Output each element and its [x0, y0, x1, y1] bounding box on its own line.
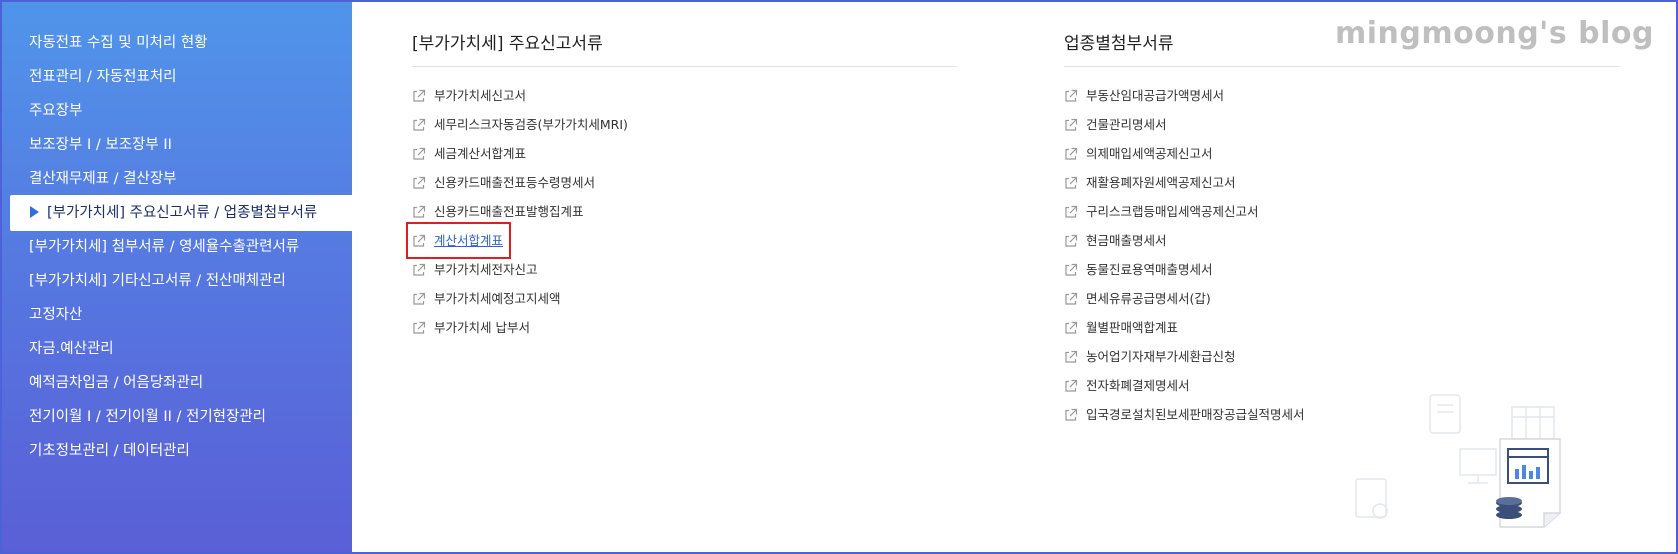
sidebar-item-sub-ledger[interactable]: 보조장부 I / 보조장부 II	[2, 131, 352, 165]
doc-link-label: 동물진료용역매출명세서	[1086, 262, 1213, 277]
doc-link-label: 전자화폐결제명세서	[1086, 378, 1190, 393]
sidebar-item-auto-slip-status[interactable]: 자동전표 수집 및 미처리 현황	[2, 29, 352, 63]
industry-docs-column: 업종별첨부서류 부동산임대공급가액명세서건물관리명세서의제매입세액공제신고서재활…	[1064, 29, 1619, 429]
external-link-icon	[413, 234, 426, 247]
sidebar-item-label: [부가가치세] 주요신고서류 / 업종별첨부서류	[47, 205, 318, 221]
left-doc-link[interactable]: 부가가치세 납부서	[412, 313, 957, 342]
sidebar-item-settlement[interactable]: 결산재무제표 / 결산장부	[2, 165, 352, 199]
left-doc-link[interactable]: 세무리스크자동검증(부가가치세MRI)	[412, 110, 957, 139]
highlight-box: 계산서합계표	[406, 222, 512, 259]
external-link-icon	[1065, 118, 1078, 131]
doc-link-label: 월별판매액합계표	[1086, 320, 1179, 335]
left-doc-link[interactable]: 세금계산서합계표	[412, 139, 957, 168]
external-link-icon	[413, 147, 426, 160]
external-link-icon	[413, 263, 426, 276]
left-doc-link[interactable]: 부가가치세신고서	[412, 81, 957, 110]
right-doc-link[interactable]: 의제매입세액공제신고서	[1064, 139, 1619, 168]
external-link-icon	[1065, 263, 1078, 276]
doc-link-label: 현금매출명세서	[1086, 233, 1167, 248]
sidebar-item-vat-main-docs[interactable]: [부가가치세] 주요신고서류 / 업종별첨부서류	[10, 195, 352, 231]
doc-link-label: 재활용폐자원세액공제신고서	[1086, 175, 1236, 190]
doc-link-label: 의제매입세액공제신고서	[1086, 146, 1213, 161]
right-doc-link[interactable]: 농어업기자재부가세환급신청	[1064, 342, 1619, 371]
doc-link-label: 신용카드매출전표등수령명세서	[434, 175, 596, 190]
right-doc-link[interactable]: 동물진료용역매출명세서	[1064, 255, 1619, 284]
external-link-icon	[1065, 234, 1078, 247]
doc-link-label: 세무리스크자동검증(부가가치세MRI)	[434, 117, 628, 132]
external-link-icon	[1065, 350, 1078, 363]
external-link-icon	[413, 89, 426, 102]
sidebar-item-slip-management[interactable]: 전표관리 / 자동전표처리	[2, 63, 352, 97]
right-doc-link[interactable]: 월별판매액합계표	[1064, 313, 1619, 342]
left-doc-link[interactable]: 부가가치세전자신고	[412, 255, 957, 284]
vat-main-docs-list: 부가가치세신고서세무리스크자동검증(부가가치세MRI) 세금계산서합계표신용카드매…	[406, 81, 957, 342]
doc-link-label: 세금계산서합계표	[434, 146, 527, 161]
doc-link-label: 부가가치세신고서	[434, 88, 527, 103]
doc-link-label: 농어업기자재부가세환급신청	[1086, 349, 1236, 364]
right-doc-link[interactable]: 구리스크랩등매입세액공제신고서	[1064, 197, 1619, 226]
external-link-icon	[1065, 321, 1078, 334]
doc-link-label: 건물관리명세서	[1086, 117, 1167, 132]
external-link-icon	[1065, 89, 1078, 102]
sidebar-item-fixed-assets[interactable]: 고정자산	[2, 301, 352, 335]
external-link-icon	[1065, 379, 1078, 392]
vat-main-docs-column: [부가가치세] 주요신고서류 부가가치세신고서세무리스크자동검증(부가가치세MR…	[406, 29, 957, 342]
sidebar-item-carryover[interactable]: 전기이월 Ⅰ / 전기이월 II / 전기현장관리	[2, 403, 352, 437]
external-link-icon	[413, 292, 426, 305]
active-arrow-icon	[30, 206, 39, 218]
doc-link-label: 부가가치세전자신고	[434, 262, 538, 277]
external-link-icon	[1065, 292, 1078, 305]
doc-link-label: 면세유류공급명세서(갑)	[1086, 291, 1211, 306]
left-doc-link[interactable]: 계산서합계표	[406, 222, 957, 259]
right-doc-link[interactable]: 건물관리명세서	[1064, 110, 1619, 139]
document-illustration-icon	[1355, 394, 1561, 528]
external-link-icon	[1065, 147, 1078, 160]
external-link-icon	[413, 321, 426, 334]
doc-link-label: 부동산임대공급가액명세서	[1086, 88, 1225, 103]
right-doc-link[interactable]: 면세유류공급명세서(갑)	[1064, 284, 1619, 313]
vat-main-docs-title: [부가가치세] 주요신고서류	[412, 29, 957, 67]
right-doc-link[interactable]: 부동산임대공급가액명세서	[1064, 81, 1619, 110]
sidebar-item-vat-attachments[interactable]: [부가가치세] 첨부서류 / 영세율수출관련서류	[2, 233, 352, 267]
sidebar-item-main-ledger[interactable]: 주요장부	[2, 97, 352, 131]
doc-link-label: 계산서합계표	[434, 233, 504, 248]
sidebar-item-basic-info[interactable]: 기초정보관리 / 데이터관리	[2, 437, 352, 471]
doc-link-label: 부가가치세예정고지세액	[434, 291, 561, 306]
doc-link-label: 부가가치세 납부서	[434, 320, 530, 335]
doc-link-label: 구리스크랩등매입세액공제신고서	[1086, 204, 1259, 219]
sidebar-item-vat-other-docs[interactable]: [부가가치세] 기타신고서류 / 전산매체관리	[2, 267, 352, 301]
sidebar-nav: 자동전표 수집 및 미처리 현황 전표관리 / 자동전표처리 주요장부 보조장부…	[2, 2, 352, 552]
left-doc-link[interactable]: 신용카드매출전표등수령명세서	[412, 168, 957, 197]
industry-docs-list: 부동산임대공급가액명세서건물관리명세서의제매입세액공제신고서재활용폐자원세액공제…	[1064, 81, 1619, 429]
sidebar-item-budget[interactable]: 자금.예산관리	[2, 335, 352, 369]
external-link-icon	[413, 118, 426, 131]
external-link-icon	[413, 176, 426, 189]
external-link-icon	[1065, 408, 1078, 421]
sidebar-item-deposits-bills[interactable]: 예적금차입금 / 어음당좌관리	[2, 369, 352, 403]
main-content: mingmoong's blog [부가가치세] 주요신고서류 부가가치세신고서…	[352, 2, 1676, 552]
industry-docs-title: 업종별첨부서류	[1064, 29, 1619, 67]
external-link-icon	[413, 205, 426, 218]
external-link-icon	[1065, 176, 1078, 189]
doc-link-label: 입국경로설치된보세판매장공급실적명세서	[1086, 407, 1305, 422]
external-link-icon	[1065, 205, 1078, 218]
right-doc-link[interactable]: 현금매출명세서	[1064, 226, 1619, 255]
right-doc-link[interactable]: 재활용폐자원세액공제신고서	[1064, 168, 1619, 197]
left-doc-link[interactable]: 부가가치세예정고지세액	[412, 284, 957, 313]
